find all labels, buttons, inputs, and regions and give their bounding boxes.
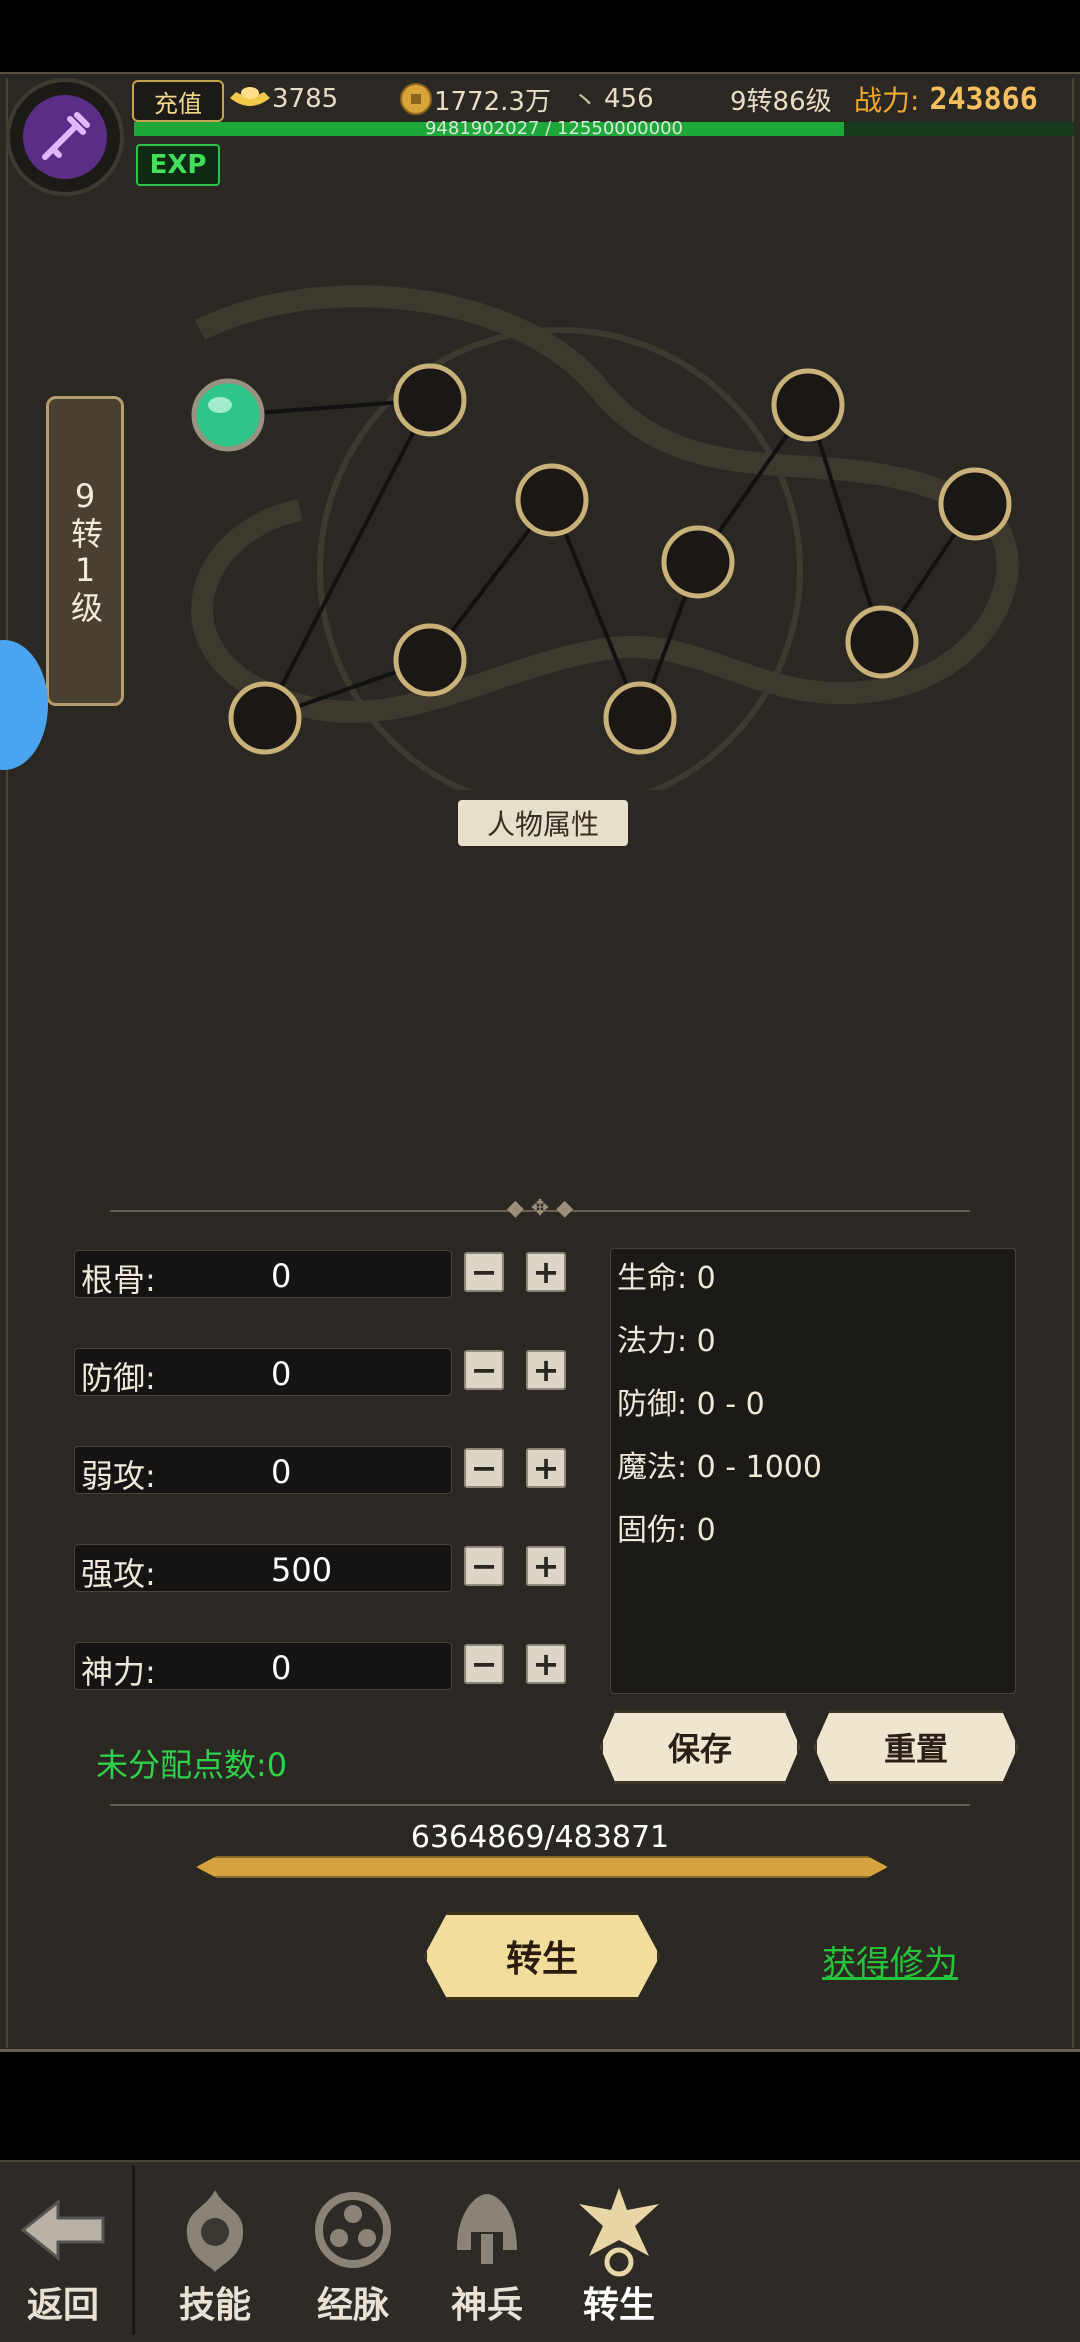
reset-button[interactable]: 重置	[814, 1710, 1018, 1784]
decrease-button[interactable]: −	[464, 1644, 504, 1684]
power-stat: 战力: 243866	[854, 80, 1038, 118]
tick-icon: 丶	[572, 86, 599, 117]
gold-ingot-value: 3785	[272, 84, 339, 114]
tree-node[interactable]	[393, 363, 467, 437]
stat-label: 强攻:	[81, 1555, 156, 1593]
attribute-summary-box: 生命: 0 法力: 0 防御: 0 - 0 魔法: 0 - 1000 固伤: 0	[610, 1248, 1016, 1694]
tab-meridians-label: 经脉	[316, 2284, 389, 2326]
back-arrow-icon	[20, 2198, 105, 2262]
tab-meridians[interactable]: 经脉	[298, 2180, 408, 2330]
stat-row: 根骨: 0 − +	[74, 1250, 566, 1299]
decrease-button[interactable]: −	[464, 1252, 504, 1292]
back-label: 返回	[26, 2284, 99, 2326]
stat-row: 弱攻: 0 − +	[74, 1446, 566, 1495]
tab-rebirth-label: 转生	[582, 2284, 655, 2326]
power-value: 243866	[929, 81, 1038, 117]
tree-node[interactable]	[938, 467, 1012, 541]
stat-field: 防御: 0	[74, 1348, 452, 1397]
tree-node[interactable]	[771, 368, 845, 442]
meridians-icon	[315, 2192, 391, 2268]
rebirth-node-tree	[191, 285, 1019, 790]
coins-stat: 1772.3万	[398, 80, 551, 118]
attribute-line: 防御: 0 - 0	[617, 1387, 765, 1422]
attribute-line: 生命: 0	[617, 1261, 716, 1296]
sword-icon	[23, 95, 107, 179]
divider-ornament: ◆ ✥ ◆	[506, 1196, 574, 1221]
tab-skills[interactable]: 技能	[160, 2180, 270, 2330]
stat-label: 神力:	[81, 1653, 156, 1691]
tab-divine-weapon-label: 神兵	[450, 2284, 523, 2326]
third-currency-stat: 丶 456	[572, 80, 654, 118]
attribute-line: 魔法: 0 - 1000	[617, 1450, 822, 1485]
tree-node[interactable]	[661, 525, 735, 599]
stat-row: 强攻: 500 − +	[74, 1544, 566, 1593]
back-button[interactable]: 返回	[8, 2180, 118, 2330]
stat-row: 神力: 0 − +	[74, 1642, 566, 1691]
rebirth-icon	[579, 2188, 659, 2277]
nav-separator	[132, 2165, 135, 2335]
helmet-icon	[457, 2194, 517, 2264]
skills-icon	[186, 2190, 244, 2272]
stat-label: 防御:	[81, 1359, 156, 1397]
decrease-button[interactable]: −	[464, 1546, 504, 1586]
gold-ingot-stat: 3785	[228, 80, 338, 118]
gain-cultivation-link[interactable]: 获得修为	[822, 1936, 958, 1985]
rebirth-button[interactable]: 转生	[424, 1912, 660, 2000]
third-currency-value: 456	[604, 84, 654, 114]
stat-value: 0	[271, 1453, 292, 1491]
stat-value: 0	[271, 1257, 292, 1295]
tree-node[interactable]	[845, 605, 919, 679]
stat-value: 500	[271, 1551, 333, 1589]
coins-value: 1772.3万	[434, 86, 551, 117]
increase-button[interactable]: +	[526, 1644, 566, 1684]
attribute-line: 固伤: 0	[617, 1513, 716, 1548]
decrease-button[interactable]: −	[464, 1350, 504, 1390]
decrease-button[interactable]: −	[464, 1448, 504, 1488]
increase-button[interactable]: +	[526, 1546, 566, 1586]
tree-node[interactable]	[228, 681, 302, 755]
coin-icon	[400, 83, 432, 115]
increase-button[interactable]: +	[526, 1448, 566, 1488]
divider	[110, 1804, 970, 1806]
tab-skills-label: 技能	[178, 2284, 251, 2326]
gold-ingot-icon	[230, 87, 270, 106]
exp-text: 9481902027 / 12550000000	[424, 118, 683, 139]
tree-node-active[interactable]	[191, 378, 265, 452]
stat-field: 根骨: 0	[74, 1250, 452, 1299]
attribute-line: 法力: 0	[617, 1324, 716, 1359]
tree-node[interactable]	[393, 623, 467, 697]
tab-rebirth[interactable]: 转生	[564, 2180, 674, 2330]
power-label: 战力:	[854, 84, 920, 117]
stat-field: 强攻: 500	[74, 1544, 452, 1593]
section-title: 人物属性	[458, 800, 628, 846]
increase-button[interactable]: +	[526, 1252, 566, 1292]
exp-badge: EXP	[136, 144, 220, 186]
stat-label: 根骨:	[81, 1261, 156, 1299]
tree-node[interactable]	[603, 681, 677, 755]
stat-field: 神力: 0	[74, 1642, 452, 1691]
cultivation-progress-text: 6364869/483871	[410, 1820, 670, 1855]
increase-button[interactable]: +	[526, 1350, 566, 1390]
tree-node[interactable]	[515, 463, 589, 537]
tree-edge	[806, 404, 884, 643]
avatar[interactable]	[6, 78, 124, 196]
stat-value: 0	[271, 1649, 292, 1687]
tab-divine-weapon[interactable]: 神兵	[432, 2180, 542, 2330]
save-button[interactable]: 保存	[600, 1710, 800, 1784]
cultivation-progress-bar	[196, 1856, 888, 1878]
stat-field: 弱攻: 0	[74, 1446, 452, 1495]
recharge-button[interactable]: 充值	[132, 80, 224, 122]
unallocated-points: 未分配点数:0	[96, 1746, 288, 1784]
stat-row: 防御: 0 − +	[74, 1348, 566, 1397]
player-level: 9转86级	[730, 86, 832, 117]
stat-value: 0	[271, 1355, 292, 1393]
stat-label: 弱攻:	[81, 1457, 156, 1495]
